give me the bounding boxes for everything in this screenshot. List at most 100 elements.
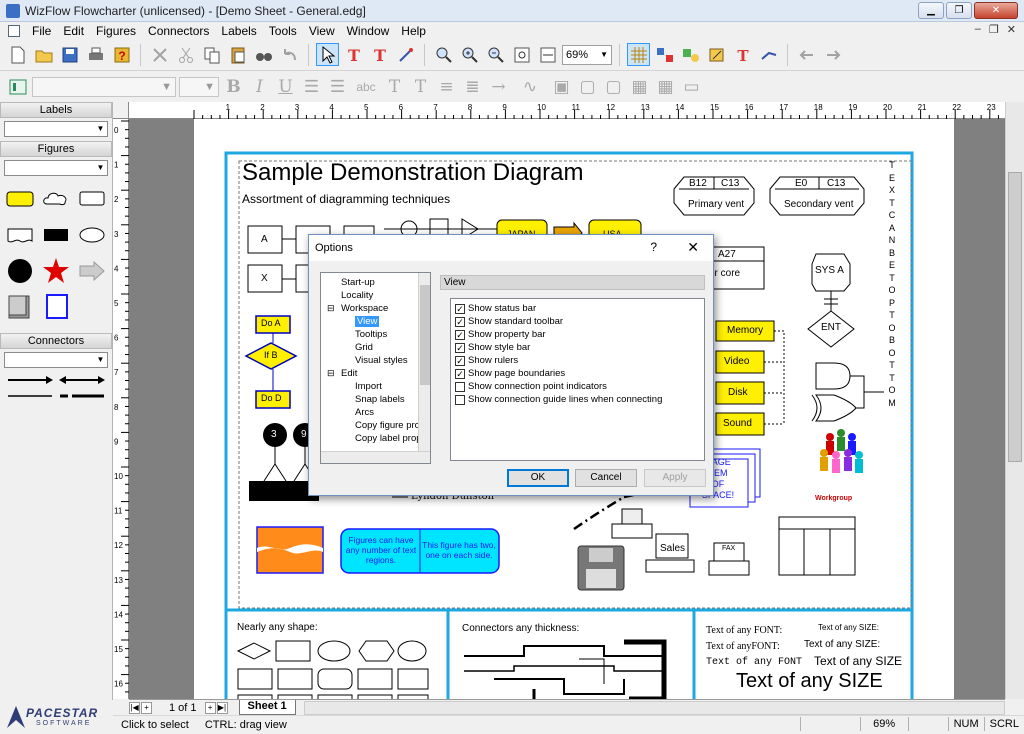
select-tool-icon[interactable] [316,43,339,66]
figure-library-icon[interactable] [653,43,676,66]
rect-shadow-figure[interactable] [75,183,109,215]
forward-icon[interactable] [821,43,844,66]
arrow-figure[interactable] [75,255,109,287]
option-row[interactable]: ✓ Show page boundaries [455,368,565,379]
send-back-icon[interactable]: ▦ [654,77,677,97]
menu-window[interactable]: Window [341,24,396,38]
tree-item-copy-figure-proj[interactable]: Copy figure proj [355,420,422,431]
save-icon[interactable] [58,43,81,66]
checkbox-checked[interactable]: ✓ [455,303,465,314]
print-icon[interactable] [84,43,107,66]
underline-icon[interactable]: U [274,77,297,97]
connectors-combo[interactable]: ▼ [4,352,108,368]
font-name-select[interactable]: ▼ [32,76,176,97]
text-format-icon[interactable]: abc [352,80,380,94]
mdi-close-icon[interactable]: ✕ [1007,23,1016,36]
tree-item-start-up[interactable]: Start-up [341,277,375,288]
black-circle-figure[interactable] [3,255,37,287]
ok-button[interactable]: OK [507,469,569,487]
document-icon[interactable] [8,24,20,37]
connector-style-icon[interactable] [757,43,780,66]
close-button[interactable]: ✕ [974,2,1018,19]
label-tool-icon[interactable]: T [368,43,391,66]
bring-front-icon[interactable]: ▦ [628,77,651,97]
option-row[interactable]: ✓ Show status bar [455,303,536,314]
tree-expander-icon[interactable]: ⊟ [327,303,335,314]
cloud-figure[interactable] [39,183,73,215]
zoom-select[interactable]: 69% ▼ [562,44,612,65]
text-style-icon[interactable]: T [731,43,754,66]
label-style-icon[interactable]: T [409,77,432,97]
menu-edit[interactable]: Edit [57,24,90,38]
thin-line-connector[interactable] [6,391,54,401]
menu-view[interactable]: View [303,24,341,38]
3d-box-figure[interactable] [3,291,37,323]
thick-line-connector[interactable] [58,391,106,401]
black-rect-figure[interactable] [39,219,73,251]
restore-button[interactable]: ❐ [946,2,972,19]
option-row[interactable]: ✓ Show property bar [455,329,546,340]
figures-combo[interactable]: ▼ [4,160,108,176]
line-style-icon[interactable]: ≡ [435,77,458,97]
option-row[interactable]: Show connection point indicators [455,381,607,392]
zoom-in-icon[interactable] [458,43,481,66]
cancel-button[interactable]: Cancel [575,469,637,487]
tree-hscroll[interactable] [321,451,430,463]
property-bar-icon[interactable] [6,75,29,98]
connector-route-icon[interactable]: ∿ [513,77,547,97]
tree-item-tooltips[interactable]: Tooltips [355,329,387,340]
checkbox-checked[interactable]: ✓ [455,329,465,340]
new-icon[interactable] [6,43,29,66]
italic-icon[interactable]: I [248,77,271,97]
add-page-icon[interactable]: + [141,701,152,714]
tree-item-locality[interactable]: Locality [341,290,373,301]
minimize-button[interactable]: ▁ [918,2,944,19]
zoom-width-icon[interactable] [536,43,559,66]
help-icon[interactable]: ? [110,43,133,66]
connect-tool-icon[interactable] [394,43,417,66]
arrow-connector[interactable] [6,375,54,385]
menu-help[interactable]: Help [395,24,432,38]
wave-rect-figure[interactable] [3,219,37,251]
text-color-icon[interactable]: T [383,77,406,97]
tree-item-snap-labels[interactable]: Snap labels [355,394,405,405]
checkbox-checked[interactable]: ✓ [455,368,465,379]
labels-combo[interactable]: ▼ [4,121,108,137]
font-size-select[interactable]: ▼ [179,76,219,97]
dialog-help-button[interactable]: ? [650,240,657,254]
mdi-restore-icon[interactable]: ❐ [989,23,999,36]
option-row[interactable]: Show connection guide lines when connect… [455,394,662,405]
checkbox-checked[interactable]: ✓ [455,316,465,327]
undo-icon[interactable] [278,43,301,66]
cut-icon[interactable] [174,43,197,66]
comment-icon[interactable]: ▭ [680,77,703,97]
options-tree[interactable]: Start-up Locality Workspace ⊟ View Tooltips Gr… [320,272,431,464]
paste-icon[interactable] [226,43,249,66]
next-page-icon[interactable]: + [204,701,216,714]
menu-labels[interactable]: Labels [215,24,262,38]
blue-box-figure[interactable] [39,291,73,323]
checkbox-checked[interactable]: ✓ [455,342,465,353]
vertical-scrollbar[interactable] [1005,102,1024,699]
tree-item-arcs[interactable]: Arcs [355,407,374,418]
align-left-icon[interactable]: ☰ [300,77,323,97]
menu-connectors[interactable]: Connectors [142,24,215,38]
dialog-close-button[interactable]: ✕ [687,239,699,256]
sheet-tab[interactable]: Sheet 1 [238,700,296,715]
copy-icon[interactable] [200,43,223,66]
tree-item-grid[interactable]: Grid [355,342,373,353]
tree-item-visual-styles[interactable]: Visual styles [355,355,408,366]
mdi-minimize-icon[interactable]: – [975,23,981,36]
zoom-out-icon[interactable] [484,43,507,66]
menu-file[interactable]: File [26,24,57,38]
tree-item-workspace[interactable]: Workspace [341,303,388,314]
tree-vscroll[interactable] [418,273,430,453]
label-edit-icon[interactable] [705,43,728,66]
first-page-icon[interactable]: |◀ [129,701,140,714]
option-row[interactable]: ✓ Show style bar [455,342,530,353]
tree-expander-icon[interactable]: ⊟ [327,368,335,379]
open-icon[interactable] [32,43,55,66]
tree-item-view[interactable]: View [355,316,380,327]
checkbox-unchecked[interactable] [455,381,465,392]
star-figure[interactable] [39,255,73,287]
